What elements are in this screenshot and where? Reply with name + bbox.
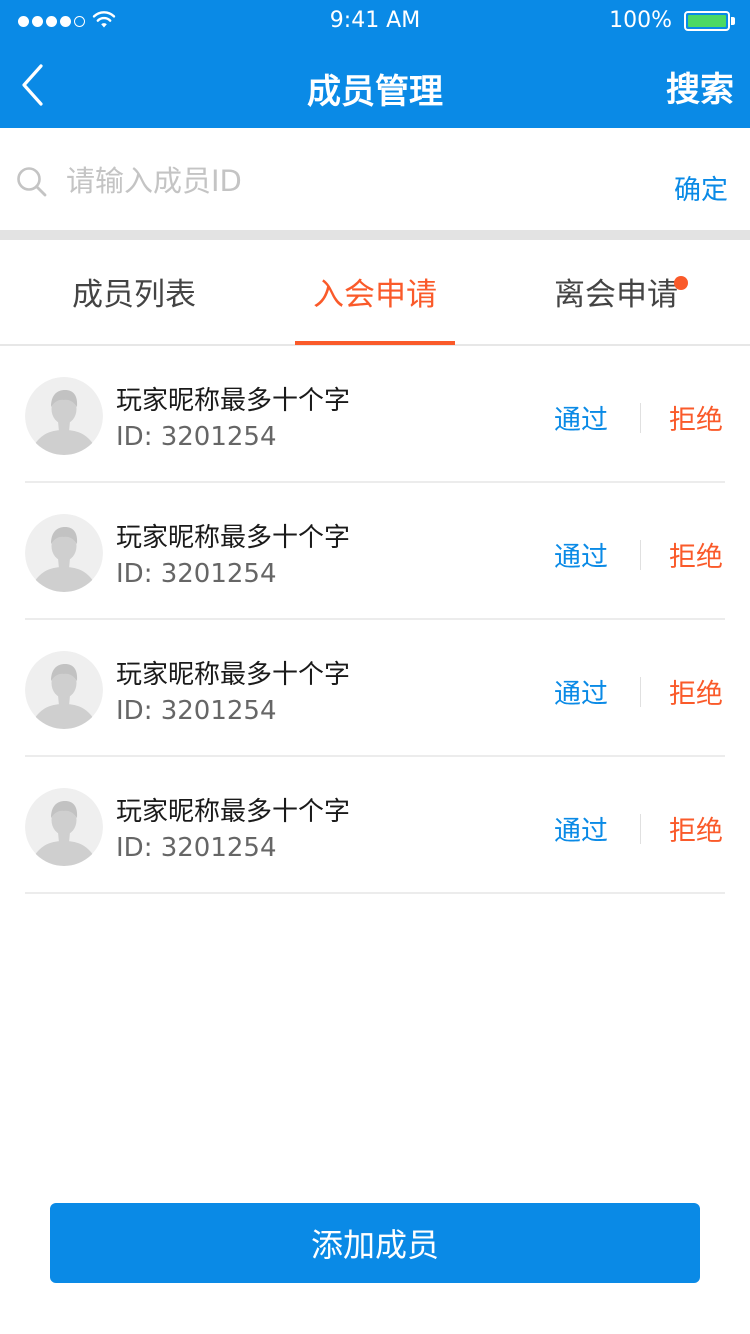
tab-bar: 成员列表 入会申请 离会申请 (0, 240, 750, 346)
reject-button[interactable]: 拒绝 (669, 672, 723, 711)
member-id: ID: 3201254 (116, 559, 277, 589)
member-id: ID: 3201254 (116, 696, 277, 726)
reject-button[interactable]: 拒绝 (669, 398, 723, 437)
action-divider (640, 677, 641, 707)
page-title: 成员管理 (307, 72, 443, 112)
action-divider (640, 540, 641, 570)
status-bar: 9:41 AM 100% (0, 0, 750, 44)
row-divider (25, 892, 725, 894)
action-divider (640, 403, 641, 433)
member-id: ID: 3201254 (116, 833, 277, 863)
battery-percent: 100% (609, 8, 672, 33)
avatar-placeholder-icon (25, 651, 103, 729)
action-divider (640, 814, 641, 844)
member-nickname: 玩家昵称最多十个字 (116, 523, 351, 553)
approve-button[interactable]: 通过 (554, 535, 608, 574)
active-tab-indicator (295, 341, 455, 345)
avatar-placeholder-icon (25, 788, 103, 866)
add-member-button[interactable]: 添加成员 (50, 1203, 700, 1283)
battery-icon (684, 11, 730, 31)
avatar-placeholder-icon (25, 377, 103, 455)
tab-leave-requests[interactable]: 离会申请 (491, 240, 741, 344)
search-bar: 确定 (0, 128, 750, 230)
list-item: 玩家昵称最多十个字 ID: 3201254 通过 拒绝 (0, 346, 750, 483)
search-icon (17, 167, 47, 197)
member-request-list: 玩家昵称最多十个字 ID: 3201254 通过 拒绝 玩家昵称最多十个字 ID… (0, 346, 750, 894)
search-button[interactable]: 搜索 (666, 62, 734, 111)
member-nickname: 玩家昵称最多十个字 (116, 797, 351, 827)
tab-join-requests[interactable]: 入会申请 (250, 240, 500, 344)
approve-button[interactable]: 通过 (554, 809, 608, 848)
member-nickname: 玩家昵称最多十个字 (116, 386, 351, 416)
member-id: ID: 3201254 (116, 422, 277, 452)
reject-button[interactable]: 拒绝 (669, 809, 723, 848)
list-item: 玩家昵称最多十个字 ID: 3201254 通过 拒绝 (0, 483, 750, 620)
reject-button[interactable]: 拒绝 (669, 535, 723, 574)
list-item: 玩家昵称最多十个字 ID: 3201254 通过 拒绝 (0, 620, 750, 757)
battery-cap (731, 17, 735, 25)
header: 9:41 AM 100% 成员管理 搜索 (0, 0, 750, 128)
avatar-placeholder-icon (25, 514, 103, 592)
confirm-button[interactable]: 确定 (674, 168, 728, 207)
member-id-search-input[interactable] (66, 158, 626, 204)
member-nickname: 玩家昵称最多十个字 (116, 660, 351, 690)
approve-button[interactable]: 通过 (554, 398, 608, 437)
tab-member-list[interactable]: 成员列表 (9, 240, 259, 344)
notification-badge (674, 276, 688, 290)
approve-button[interactable]: 通过 (554, 672, 608, 711)
section-separator (0, 230, 750, 240)
list-item: 玩家昵称最多十个字 ID: 3201254 通过 拒绝 (0, 757, 750, 894)
